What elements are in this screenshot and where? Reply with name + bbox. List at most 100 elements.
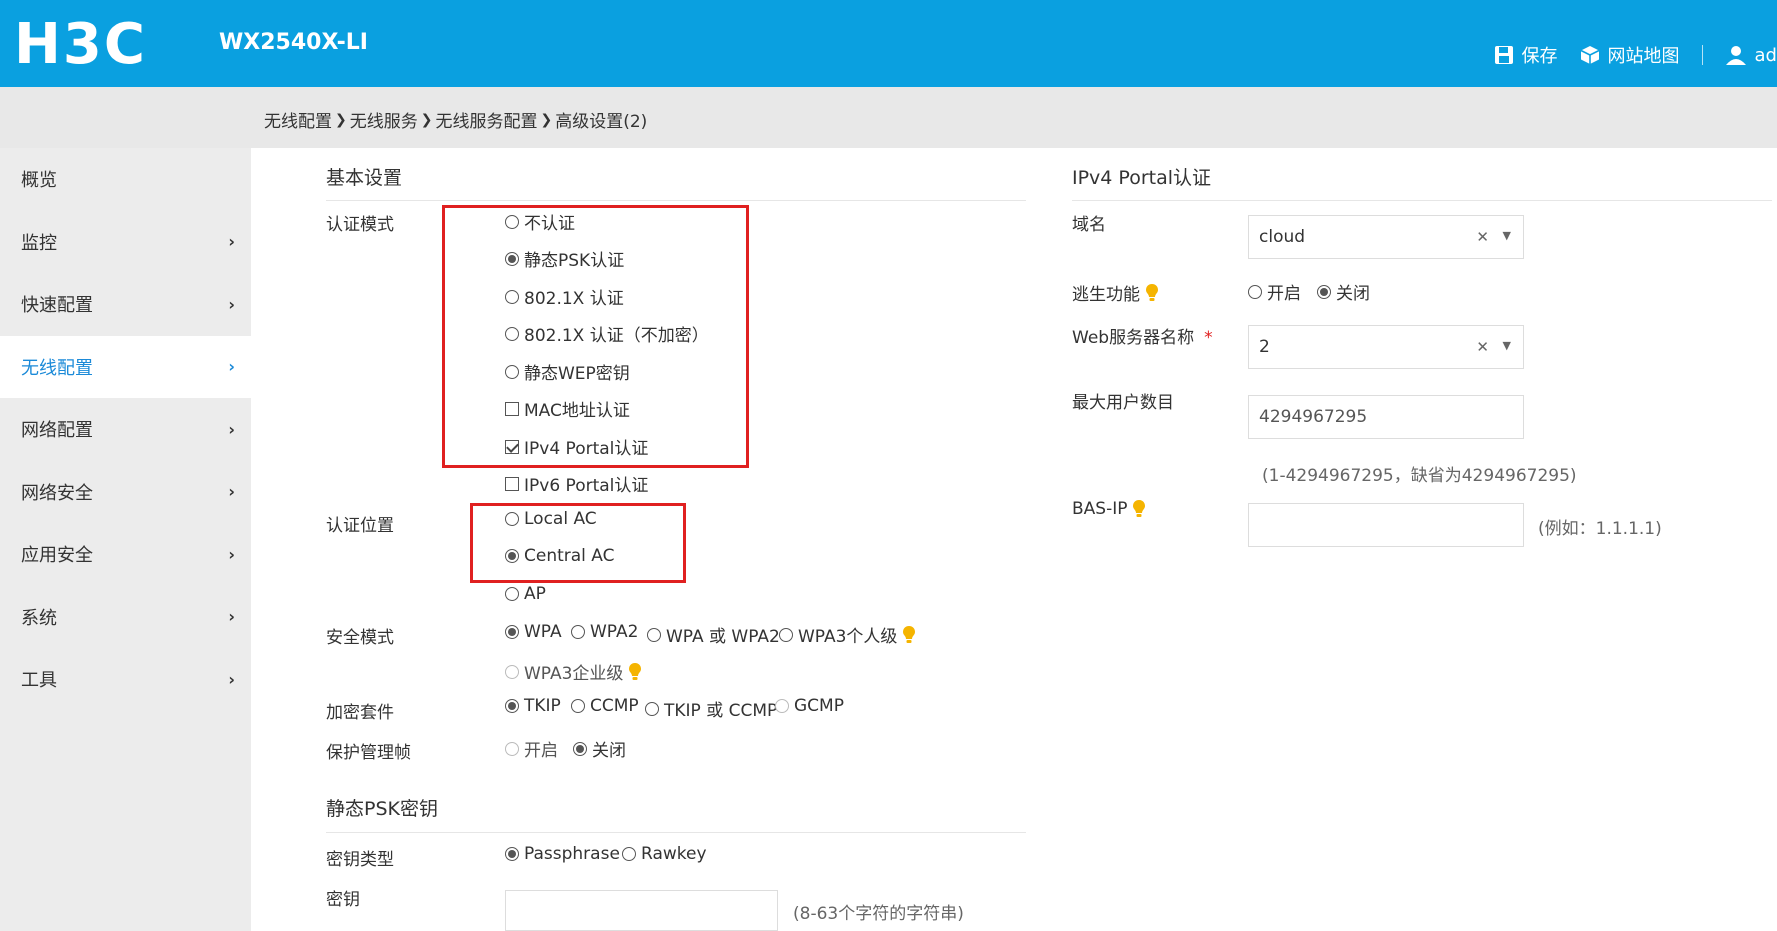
- sidebar-item-app-security[interactable]: 应用安全 ›: [0, 523, 251, 586]
- auth-location-ap[interactable]: AP: [505, 584, 546, 604]
- radio[interactable]: [573, 741, 587, 756]
- psk-key-text[interactable]: [516, 900, 767, 921]
- dropdown-arrow-icon[interactable]: ▼: [1503, 229, 1511, 242]
- security-mode-wpa2[interactable]: WPA2: [571, 622, 638, 642]
- radio[interactable]: [645, 701, 659, 716]
- web-server-value: 2: [1259, 337, 1270, 357]
- checkbox[interactable]: [505, 476, 519, 491]
- sidebar-item-wireless-config[interactable]: 无线配置 ›: [0, 335, 251, 398]
- option-label: TKIP: [524, 696, 561, 716]
- pmf-off[interactable]: 关闭: [573, 736, 626, 761]
- breadcrumb-item[interactable]: 无线配置: [264, 107, 332, 132]
- sidebar-item-label: 应用安全: [21, 545, 93, 567]
- section-divider: [326, 832, 1026, 833]
- radio[interactable]: [571, 699, 585, 713]
- breadcrumb: 无线配置 ❯ 无线服务 ❯ 无线服务配置 ❯ 高级设置(2): [264, 107, 647, 133]
- escape-label-wrap: 逃生功能: [1072, 280, 1158, 305]
- radio[interactable]: [622, 847, 636, 861]
- auth-location-label: 认证位置: [326, 516, 394, 536]
- lightbulb-icon[interactable]: [1133, 500, 1146, 518]
- option-label: WPA2: [590, 622, 639, 642]
- user-icon: [1725, 46, 1746, 65]
- radio[interactable]: [505, 625, 519, 639]
- cipher-tkip-or-ccmp[interactable]: TKIP 或 CCMP: [645, 696, 777, 721]
- breadcrumb-item[interactable]: 无线服务: [350, 107, 418, 132]
- auth-mode-option-ipv6-portal[interactable]: IPv6 Portal认证: [505, 471, 648, 496]
- bas-ip-text[interactable]: [1259, 515, 1513, 535]
- cipher-ccmp[interactable]: CCMP: [571, 696, 639, 716]
- radio[interactable]: [505, 741, 519, 756]
- sidebar-item-overview[interactable]: 概览: [0, 148, 251, 211]
- escape-on[interactable]: 开启: [1248, 279, 1301, 304]
- max-users-text[interactable]: [1259, 407, 1513, 427]
- sidebar-item-label: 系统: [21, 607, 57, 629]
- cipher-tkip[interactable]: TKIP: [505, 696, 561, 716]
- max-users-input[interactable]: [1248, 395, 1524, 439]
- radio[interactable]: [775, 699, 789, 713]
- save-button[interactable]: 保存: [1494, 42, 1558, 68]
- breadcrumb-item[interactable]: 无线服务配置: [435, 107, 537, 132]
- main-content: 基本设置 认证模式 不认证 静态PSK认证 802.1X 认证 802.1X 认…: [251, 148, 1777, 931]
- security-mode-wpa[interactable]: WPA: [505, 622, 562, 642]
- radio[interactable]: [779, 627, 793, 642]
- ipv4-portal-title: IPv4 Portal认证: [1072, 167, 1212, 189]
- chevron-right-icon: ›: [228, 232, 235, 252]
- top-bar: H3C WX2540X-LI 保存 网站地图 ad: [0, 0, 1777, 87]
- option-label: Passphrase: [524, 844, 620, 864]
- cipher-suite-label: 加密套件: [326, 703, 394, 723]
- sitemap-button[interactable]: 网站地图: [1580, 42, 1680, 68]
- dropdown-arrow-icon[interactable]: ▼: [1503, 339, 1511, 352]
- sidebar-item-tools[interactable]: 工具 ›: [0, 648, 251, 711]
- clear-icon[interactable]: ✕: [1476, 338, 1489, 356]
- sidebar-item-network-config[interactable]: 网络配置 ›: [0, 398, 251, 461]
- lightbulb-icon[interactable]: [903, 625, 916, 644]
- psk-section-title: 静态PSK密钥: [326, 798, 438, 820]
- security-mode-wpa3-personal[interactable]: WPA3个人级: [779, 622, 916, 647]
- lightbulb-icon[interactable]: [1146, 283, 1158, 302]
- user-menu[interactable]: ad: [1725, 44, 1777, 66]
- domain-value: cloud: [1259, 227, 1306, 247]
- save-icon: [1494, 46, 1513, 64]
- section-divider: [326, 200, 1026, 201]
- sidebar-item-system[interactable]: 系统 ›: [0, 586, 251, 649]
- top-actions: 保存 网站地图 ad: [1494, 42, 1777, 68]
- escape-label: 逃生功能: [1072, 285, 1140, 305]
- cipher-gcmp[interactable]: GCMP: [775, 696, 844, 716]
- chevron-right-icon: ›: [228, 357, 235, 377]
- radio[interactable]: [505, 664, 519, 679]
- bas-ip-hint: (例如：1.1.1.1): [1538, 519, 1662, 539]
- sidebar-item-network-security[interactable]: 网络安全 ›: [0, 461, 251, 524]
- sidebar-item-monitor[interactable]: 监控 ›: [0, 211, 251, 274]
- chevron-right-icon: ❯: [335, 111, 347, 128]
- lightbulb-icon[interactable]: [629, 662, 642, 681]
- max-users-hint: (1-4294967295，缺省为4294967295): [1262, 466, 1577, 486]
- radio[interactable]: [571, 625, 585, 639]
- radio[interactable]: [1248, 284, 1262, 299]
- radio[interactable]: [505, 587, 519, 601]
- sidebar-item-label: 无线配置: [21, 357, 93, 379]
- psk-key-input[interactable]: [505, 890, 778, 931]
- key-type-passphrase[interactable]: Passphrase: [505, 844, 620, 864]
- section-divider: [1072, 200, 1772, 201]
- radio[interactable]: [505, 699, 519, 713]
- option-label: GCMP: [794, 696, 844, 716]
- key-type-rawkey[interactable]: Rawkey: [622, 844, 707, 864]
- clear-icon[interactable]: ✕: [1476, 228, 1489, 246]
- sidebar: 概览 监控 › 快速配置 › 无线配置 › 网络配置 › 网络安全 › 应用安全 › 系统 ›…: [0, 148, 251, 931]
- bas-ip-label: BAS-IP: [1072, 499, 1128, 519]
- bas-ip-input[interactable]: [1248, 503, 1524, 547]
- web-server-select[interactable]: 2 ✕ ▼: [1248, 325, 1524, 369]
- security-mode-wpa3-enterprise[interactable]: WPA3企业级: [505, 659, 642, 684]
- radio[interactable]: [647, 627, 661, 642]
- sidebar-item-quick-config[interactable]: 快速配置 ›: [0, 273, 251, 336]
- radio[interactable]: [1317, 284, 1331, 299]
- escape-off[interactable]: 关闭: [1317, 279, 1370, 304]
- security-mode-wpa-or-wpa2[interactable]: WPA 或 WPA2: [647, 622, 780, 647]
- option-label: IPv6 Portal认证: [524, 476, 649, 496]
- option-label: 关闭: [592, 741, 626, 761]
- domain-select[interactable]: cloud ✕ ▼: [1248, 215, 1524, 259]
- radio[interactable]: [505, 847, 519, 861]
- chevron-right-icon: ›: [228, 607, 235, 627]
- pmf-on[interactable]: 开启: [505, 736, 558, 761]
- chevron-right-icon: ›: [228, 544, 235, 564]
